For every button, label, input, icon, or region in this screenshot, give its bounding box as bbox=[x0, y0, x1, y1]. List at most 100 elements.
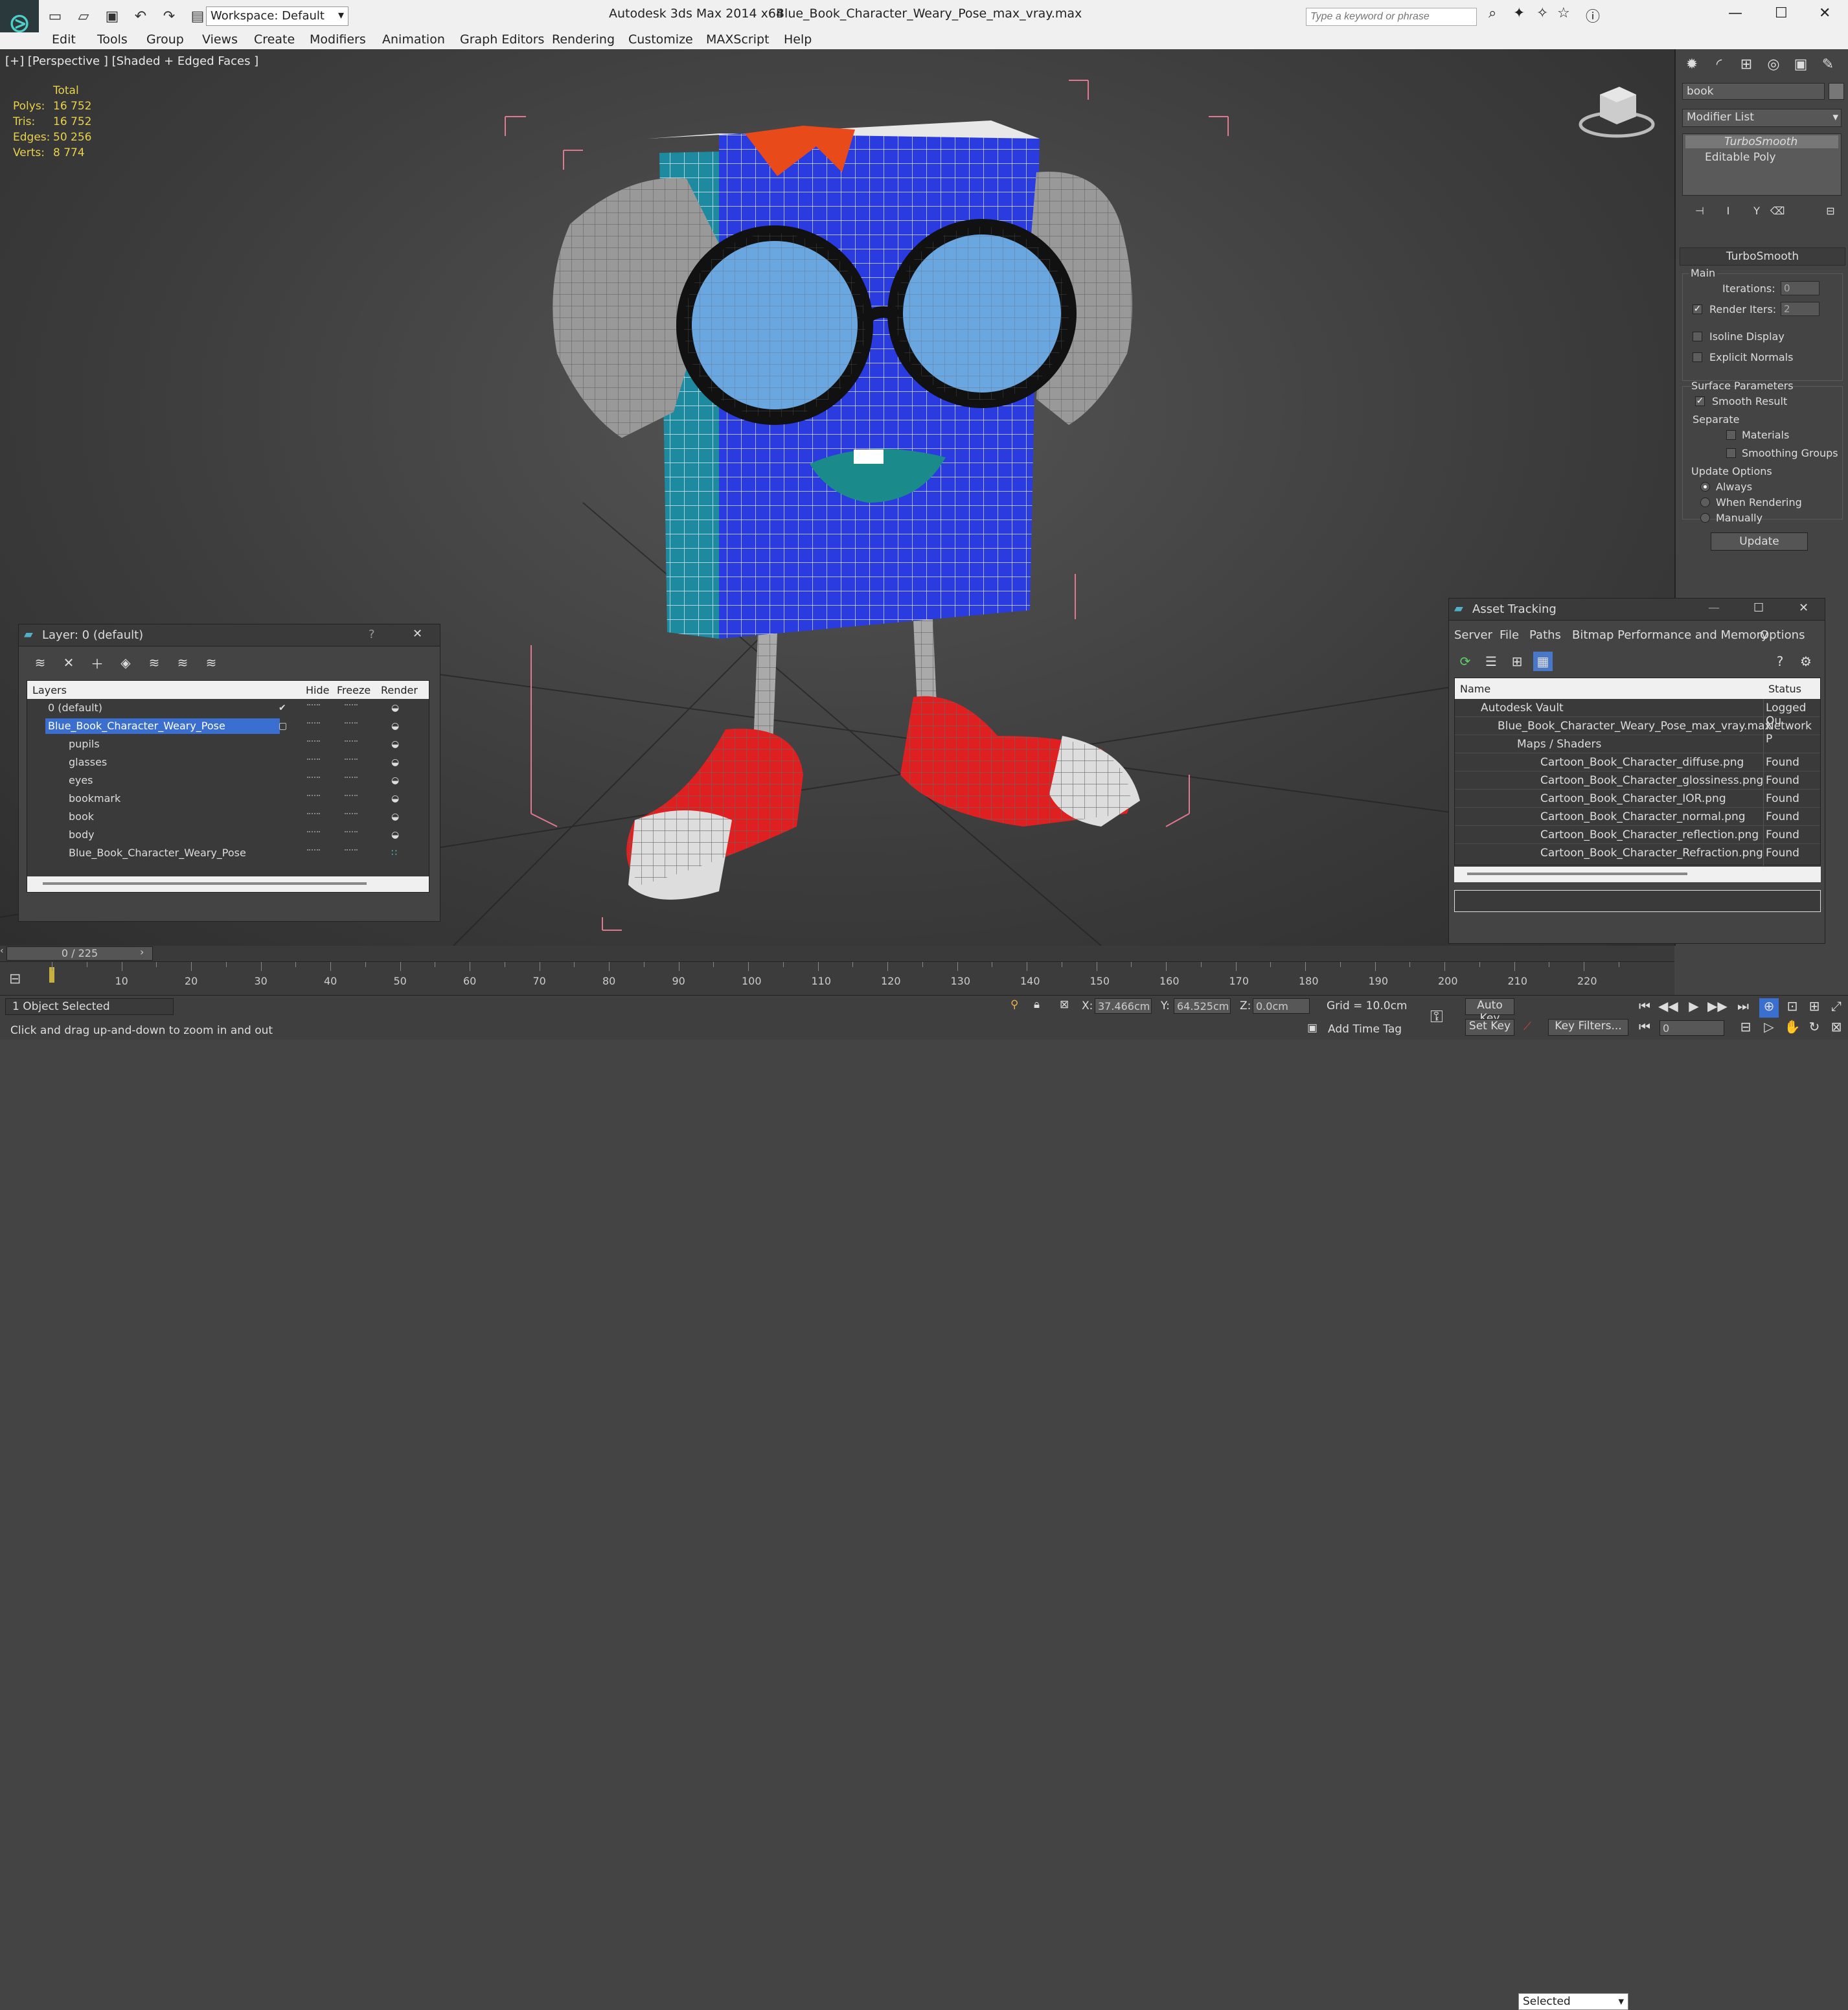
render-teapot-icon[interactable]: ◒ bbox=[391, 703, 399, 713]
render-iters-spinner[interactable]: 2 bbox=[1781, 302, 1819, 316]
key-mode-toggle-icon[interactable]: ⏮ bbox=[1635, 1019, 1654, 1038]
asset-menu-options[interactable]: Options bbox=[1760, 628, 1805, 642]
menu-customize[interactable]: Customize bbox=[628, 32, 693, 47]
table-row[interactable]: Cartoon_Book_Character_Refraction.png Fou… bbox=[1455, 844, 1820, 862]
close-icon[interactable]: ✕ bbox=[1799, 601, 1808, 615]
menu-rendering[interactable]: Rendering bbox=[552, 32, 615, 47]
favorites-icon[interactable]: ☆ bbox=[1557, 5, 1570, 21]
zoom-extents-icon[interactable]: ⊡ bbox=[1783, 998, 1802, 1018]
workspace-dropdown[interactable]: Workspace: Default bbox=[206, 6, 348, 26]
render-teapot-icon[interactable]: ◒ bbox=[391, 794, 399, 804]
isolate-selection-icon[interactable]: ⚲ bbox=[1010, 998, 1018, 1011]
lock-selection-icon[interactable]: 🔒︎ bbox=[1034, 998, 1040, 1011]
make-unique-icon[interactable]: Y bbox=[1746, 200, 1768, 222]
communication-icon[interactable]: ✧ bbox=[1536, 5, 1548, 21]
settings-icon[interactable]: ⚙ bbox=[1796, 652, 1816, 671]
render-teapot-icon[interactable]: ◒ bbox=[391, 721, 399, 731]
layer-window-header[interactable]: ▰ Layer: 0 (default) ? ✕ bbox=[19, 624, 440, 646]
add-to-layer-icon[interactable]: ＋ bbox=[87, 653, 107, 672]
render-teapot-icon[interactable]: ◒ bbox=[391, 830, 399, 840]
freeze-toggle[interactable] bbox=[345, 795, 358, 799]
modify-tab-icon[interactable]: ◜ bbox=[1708, 53, 1730, 75]
freeze-toggle[interactable] bbox=[345, 777, 358, 781]
search-input[interactable] bbox=[1306, 8, 1477, 26]
menu-help[interactable]: Help bbox=[784, 32, 812, 47]
close-icon[interactable]: ✕ bbox=[413, 627, 422, 641]
create-layer-icon[interactable]: ≋ bbox=[30, 653, 50, 672]
freeze-toggle[interactable] bbox=[345, 759, 358, 762]
table-row[interactable]: eyes ◒ bbox=[27, 771, 429, 790]
hide-toggle[interactable] bbox=[307, 704, 320, 708]
motion-tab-icon[interactable]: ◎ bbox=[1762, 53, 1785, 75]
time-slider[interactable]: 0 / 225 bbox=[6, 946, 153, 961]
go-to-start-icon[interactable]: ⏮ bbox=[1635, 998, 1654, 1018]
new-file-icon[interactable]: ▭ bbox=[45, 6, 65, 26]
object-color-swatch[interactable] bbox=[1829, 83, 1844, 100]
menu-tools[interactable]: Tools bbox=[97, 32, 128, 47]
table-row[interactable]: Cartoon_Book_Character_diffuse.png Found bbox=[1455, 753, 1820, 771]
subscription-icon[interactable]: ✦ bbox=[1513, 5, 1525, 21]
scrollbar-thumb[interactable] bbox=[43, 882, 367, 885]
object-name-field[interactable]: book bbox=[1682, 83, 1825, 100]
active-layer-check-icon[interactable]: ✔ bbox=[279, 703, 286, 713]
hide-toggle[interactable] bbox=[307, 831, 320, 835]
field-of-view-icon[interactable]: ▷ bbox=[1759, 1019, 1779, 1038]
delete-layer-icon[interactable]: ✕ bbox=[59, 653, 78, 672]
help-icon[interactable]: ? bbox=[1770, 652, 1790, 671]
horizontal-scrollbar[interactable] bbox=[1454, 867, 1821, 882]
x-coordinate-field[interactable]: 37.466cm bbox=[1095, 998, 1152, 1014]
asset-menu-server[interactable]: Server bbox=[1454, 628, 1492, 642]
save-icon[interactable]: ▣ bbox=[102, 6, 122, 26]
isoline-display-checkbox[interactable] bbox=[1693, 332, 1702, 341]
table-row[interactable]: glasses ◒ bbox=[27, 753, 429, 771]
menu-animation[interactable]: Animation bbox=[382, 32, 445, 47]
go-to-end-icon[interactable]: ⏭ bbox=[1733, 998, 1753, 1018]
col-layers[interactable]: Layers bbox=[32, 684, 67, 696]
scrollbar-thumb[interactable] bbox=[1467, 873, 1687, 875]
orbit-icon[interactable]: ↻ bbox=[1805, 1019, 1824, 1038]
track-bar[interactable]: ⊟ 10 20 30 40 50 60 70 80 90 100 110 120 130 140 150 16… bbox=[0, 961, 1674, 995]
update-button[interactable]: Update bbox=[1711, 532, 1808, 551]
time-tag-icon[interactable]: ▣ bbox=[1307, 1022, 1318, 1034]
hide-toggle[interactable] bbox=[307, 795, 320, 799]
binoculars-icon[interactable]: ⌕ bbox=[1489, 5, 1496, 21]
previous-key-icon[interactable]: ◀◀ bbox=[1658, 998, 1678, 1018]
table-row[interactable]: Cartoon_Book_Character_glossiness.png Fou… bbox=[1455, 771, 1820, 790]
next-frame-icon[interactable]: › bbox=[140, 946, 149, 961]
turbosmooth-rollout-title[interactable]: TurboSmooth bbox=[1680, 247, 1845, 266]
redo-icon[interactable]: ↷ bbox=[159, 6, 179, 26]
hide-toggle[interactable] bbox=[307, 722, 320, 726]
hide-toggle[interactable] bbox=[307, 777, 320, 781]
render-teapot-icon[interactable]: ◒ bbox=[391, 739, 399, 749]
prev-frame-icon[interactable]: ‹ bbox=[0, 946, 6, 961]
select-objects-icon[interactable]: ◈ bbox=[116, 653, 135, 672]
materials-checkbox[interactable] bbox=[1726, 430, 1736, 440]
play-icon[interactable]: ▶ bbox=[1684, 998, 1704, 1018]
table-row[interactable]: Blue_Book_Character_Weary_Pose ∷ bbox=[27, 844, 429, 862]
render-teapot-icon[interactable]: ◒ bbox=[391, 757, 399, 768]
pin-stack-icon[interactable]: ⊣ bbox=[1689, 200, 1711, 222]
asset-menu-file[interactable]: File bbox=[1500, 628, 1519, 642]
when-rendering-radio[interactable] bbox=[1700, 497, 1710, 507]
render-teapot-icon[interactable]: ◒ bbox=[391, 775, 399, 786]
col-render[interactable]: Render bbox=[381, 684, 418, 696]
hierarchy-tab-icon[interactable]: ⊞ bbox=[1735, 53, 1757, 75]
set-key-button[interactable]: Set Key bbox=[1465, 1019, 1514, 1036]
table-row[interactable]: 0 (default) ✔ ◒ bbox=[27, 699, 429, 717]
render-iters-checkbox[interactable]: ✓ bbox=[1693, 304, 1702, 314]
next-key-icon[interactable]: ▶▶ bbox=[1707, 998, 1728, 1018]
viewcube-icon[interactable] bbox=[1579, 87, 1655, 138]
manually-radio[interactable] bbox=[1700, 513, 1710, 523]
freeze-all-icon[interactable]: ≋ bbox=[201, 653, 221, 672]
maximize-icon[interactable]: ☐ bbox=[1775, 5, 1788, 21]
asset-window-header[interactable]: ▰ Asset Tracking — ☐ ✕ bbox=[1449, 599, 1825, 621]
asset-menu-paths[interactable]: Paths bbox=[1529, 628, 1561, 642]
table-row[interactable]: Maps / Shaders bbox=[1455, 735, 1820, 753]
key-mode-dropdown[interactable]: Selected ▾ bbox=[1518, 1993, 1628, 2010]
menu-graph-editors[interactable]: Graph Editors bbox=[460, 32, 544, 47]
smoothing-groups-checkbox[interactable] bbox=[1726, 448, 1736, 458]
menu-edit[interactable]: Edit bbox=[52, 32, 76, 47]
configure-sets-icon[interactable]: ⊟ bbox=[1819, 200, 1842, 222]
undo-icon[interactable]: ↶ bbox=[131, 6, 150, 26]
table-row[interactable]: Cartoon_Book_Character_normal.png Found bbox=[1455, 808, 1820, 826]
